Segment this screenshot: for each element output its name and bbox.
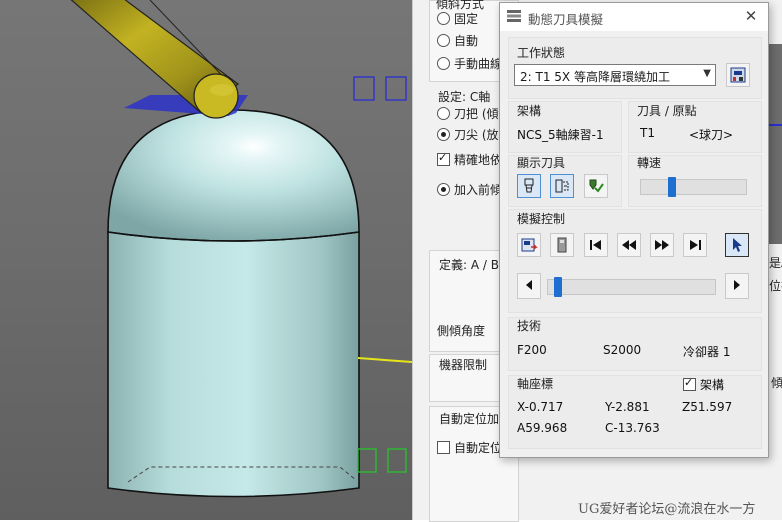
machine-icon bbox=[730, 67, 746, 83]
define-ab-label: 定義: A / B bbox=[439, 258, 499, 272]
radio-button[interactable] bbox=[437, 57, 450, 70]
checkbox-accurate[interactable]: 精確地依 bbox=[437, 151, 502, 168]
work-state-select[interactable]: 2: T1 5X 等高降層環繞加工 ▼ bbox=[514, 64, 716, 86]
close-icon[interactable]: ✕ bbox=[742, 7, 760, 25]
tool-origin-label: 刀具 / 原點 bbox=[637, 104, 697, 118]
watermark: UG爱好者论坛@流浪在水一方 bbox=[578, 502, 756, 517]
radio-button[interactable] bbox=[437, 12, 450, 25]
machine-button[interactable] bbox=[726, 63, 750, 87]
skip-start-icon bbox=[590, 240, 601, 250]
setting-c-axis-label: 設定: C軸 bbox=[438, 90, 491, 104]
radio-add-lead[interactable]: 加入前傾 bbox=[437, 181, 502, 198]
radio-button[interactable] bbox=[437, 128, 450, 141]
coord-c: C-13.763 bbox=[605, 421, 660, 435]
partial-label: 是A bbox=[769, 256, 782, 270]
partial-label: 傾 bbox=[771, 376, 782, 390]
axis-line bbox=[769, 124, 782, 126]
dome-top bbox=[107, 109, 360, 242]
fast-forward-icon bbox=[655, 240, 669, 250]
speed-slider-thumb[interactable] bbox=[667, 177, 676, 197]
axis-marker-box bbox=[387, 448, 407, 473]
stock-icon bbox=[557, 237, 567, 253]
radio-button[interactable] bbox=[437, 183, 450, 196]
coolant-value: 冷卻器 1 bbox=[683, 345, 731, 359]
auto-position-label: 自動定位加 bbox=[439, 412, 500, 426]
dropdown-icon: ▼ bbox=[703, 68, 711, 79]
axis-marker-box bbox=[353, 76, 375, 101]
radio-manual-curve[interactable]: 手動曲線 bbox=[437, 55, 502, 72]
tool-ball bbox=[193, 73, 239, 119]
speed-slider-track[interactable] bbox=[640, 179, 747, 195]
step-forward-button[interactable] bbox=[725, 273, 749, 299]
axis-marker-box bbox=[357, 448, 377, 473]
tool-check-button[interactable] bbox=[584, 174, 608, 198]
show-tool-holder-button[interactable] bbox=[517, 174, 541, 198]
pick-cursor-button[interactable] bbox=[725, 233, 749, 257]
structure-label: 架構 bbox=[517, 104, 542, 118]
technology-label: 技術 bbox=[517, 319, 542, 333]
checkbox[interactable] bbox=[437, 441, 450, 454]
coord-x: X-0.717 bbox=[517, 400, 564, 414]
checkbox[interactable] bbox=[437, 151, 450, 166]
side-tilt-label: 側傾角度 bbox=[437, 324, 486, 338]
tool-holder-icon bbox=[524, 178, 534, 193]
radio-fixed[interactable]: 固定 bbox=[437, 10, 478, 27]
coord-z: Z51.597 bbox=[682, 400, 733, 414]
radio-button[interactable] bbox=[437, 34, 450, 47]
cylinder-body bbox=[107, 231, 360, 498]
step-back-icon bbox=[526, 280, 532, 290]
progress-slider-thumb[interactable] bbox=[554, 277, 563, 297]
axis-marker-box bbox=[385, 76, 407, 101]
step-forward-icon bbox=[734, 280, 740, 290]
dialog-titlebar[interactable]: 動態刀具模擬 ✕ bbox=[500, 3, 768, 31]
feed-value: F200 bbox=[517, 343, 547, 357]
checkbox[interactable] bbox=[683, 376, 696, 391]
skip-start-button[interactable] bbox=[584, 233, 608, 257]
dialog-title: 動態刀具模擬 bbox=[528, 12, 604, 27]
graphics-viewport[interactable] bbox=[0, 0, 412, 520]
skip-end-icon bbox=[690, 240, 701, 250]
work-state-label: 工作狀態 bbox=[517, 46, 566, 60]
machine-limit-label: 機器限制 bbox=[439, 358, 488, 372]
rewind-icon bbox=[622, 240, 636, 250]
export-button[interactable] bbox=[517, 233, 541, 257]
structure-value: NCS_5軸練習-1 bbox=[517, 128, 604, 142]
axis-coords-label: 軸座標 bbox=[517, 377, 554, 391]
frame-checkbox[interactable]: 架構 bbox=[683, 376, 724, 393]
sim-control-label: 模擬控制 bbox=[517, 212, 566, 226]
display-tool-label: 顯示刀具 bbox=[517, 156, 566, 170]
viewport-strip bbox=[767, 44, 782, 244]
coord-a: A59.968 bbox=[517, 421, 568, 435]
tool-id: T1 bbox=[640, 126, 655, 140]
partial-label: 位插 bbox=[769, 279, 782, 293]
fast-forward-button[interactable] bbox=[650, 233, 674, 257]
tool-check-icon bbox=[589, 179, 604, 193]
stock-button[interactable] bbox=[550, 233, 574, 257]
spindle-value: S2000 bbox=[603, 343, 642, 357]
progress-slider-track[interactable] bbox=[547, 279, 716, 295]
step-back-button[interactable] bbox=[517, 273, 541, 299]
cursor-icon bbox=[733, 238, 742, 252]
radio-auto[interactable]: 自動 bbox=[437, 32, 478, 49]
radio-button[interactable] bbox=[437, 107, 450, 120]
tool-type: <球刀> bbox=[689, 128, 734, 142]
skip-end-button[interactable] bbox=[683, 233, 707, 257]
list-icon bbox=[507, 10, 521, 22]
tool-tip-icon bbox=[555, 179, 569, 193]
rewind-button[interactable] bbox=[617, 233, 641, 257]
export-icon bbox=[521, 238, 538, 252]
checkbox-auto-position[interactable]: 自動定位 bbox=[437, 439, 502, 456]
show-tool-tip-button[interactable] bbox=[550, 174, 574, 198]
simulation-scene bbox=[70, 0, 412, 498]
speed-label: 轉速 bbox=[637, 156, 662, 170]
axis-line bbox=[357, 357, 412, 363]
dynamic-tool-simulation-dialog: 動態刀具模擬 ✕ 工作狀態 2: T1 5X 等高降層環繞加工 ▼ 架構 NCS… bbox=[499, 2, 769, 458]
coord-y: Y-2.881 bbox=[605, 400, 650, 414]
